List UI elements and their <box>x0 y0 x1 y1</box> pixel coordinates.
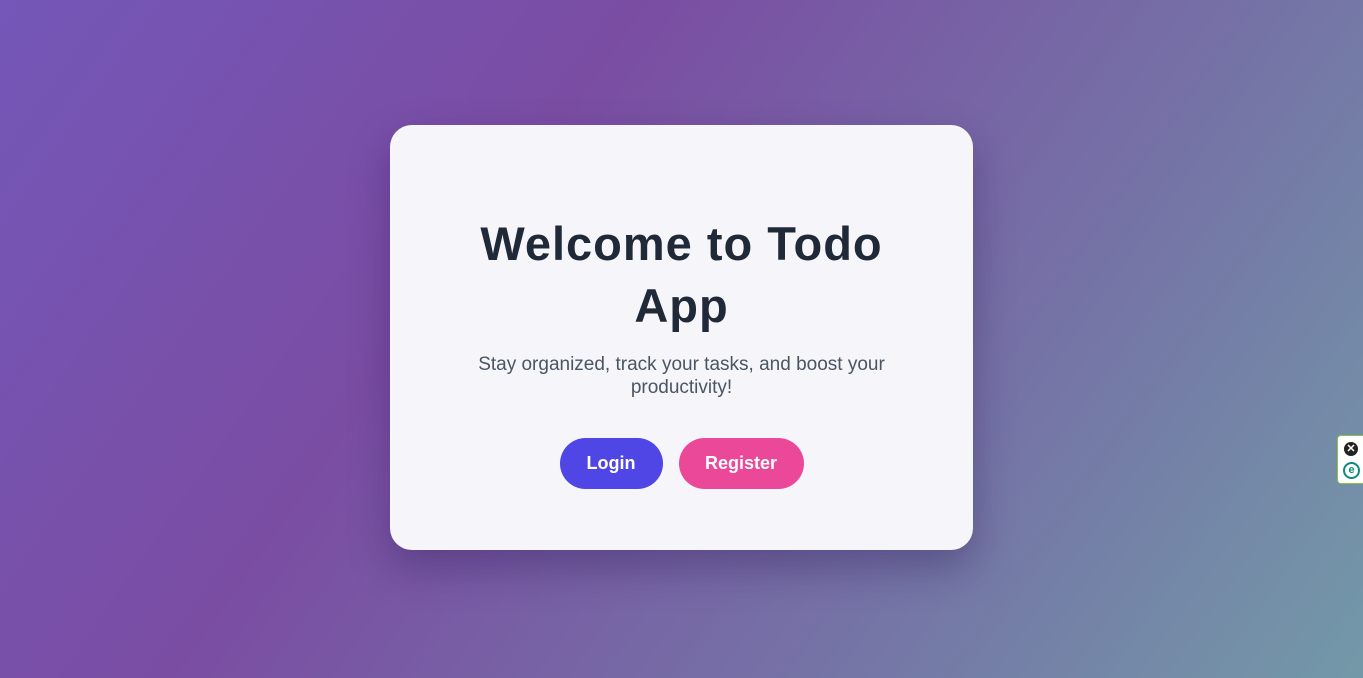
page-title: Welcome to Todo App <box>480 217 883 332</box>
extension-widget: ✕ e <box>1337 435 1363 484</box>
extension-logo-icon[interactable]: e <box>1343 462 1360 479</box>
close-icon[interactable]: ✕ <box>1344 442 1358 456</box>
auth-button-group: Login Register <box>390 438 973 489</box>
register-button[interactable]: Register <box>678 438 804 489</box>
welcome-card: Welcome to Todo App Stay organized, trac… <box>390 125 973 550</box>
login-button[interactable]: Login <box>559 438 663 489</box>
page-subtitle: Stay organized, track your tasks, and bo… <box>478 354 885 398</box>
